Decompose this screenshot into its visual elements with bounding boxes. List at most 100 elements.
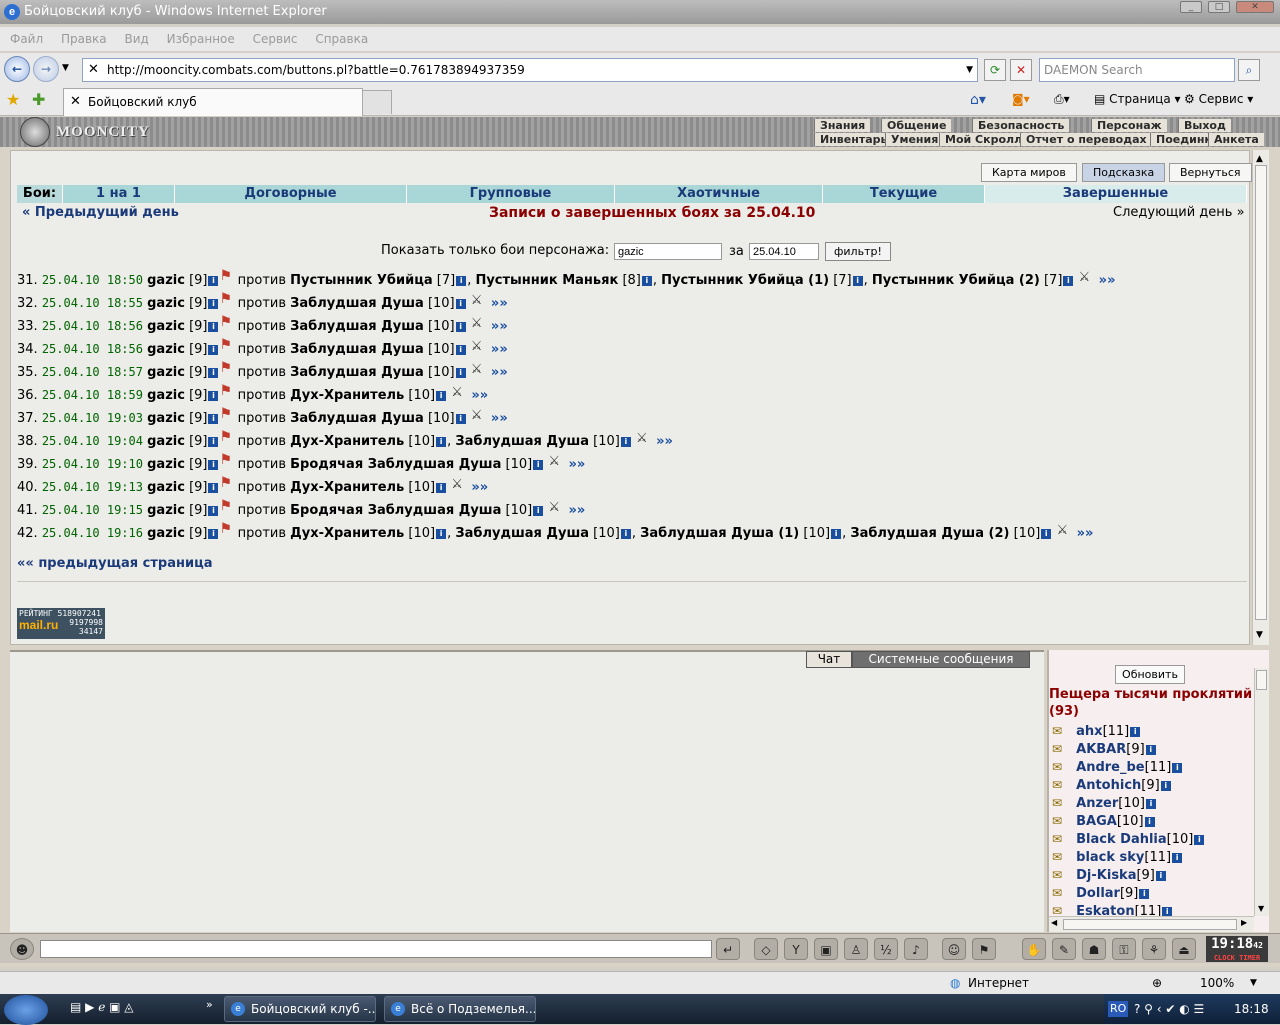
hand-icon[interactable]: ✋ bbox=[1022, 938, 1046, 960]
online-scrollbar[interactable]: ▼ bbox=[1254, 668, 1269, 916]
info-icon[interactable]: i bbox=[456, 276, 467, 286]
user-name[interactable]: Anzer bbox=[1076, 796, 1118, 811]
tab-finished[interactable]: Завершенные bbox=[985, 185, 1247, 203]
tab-current[interactable]: Текущие bbox=[823, 185, 985, 203]
mask-icon[interactable]: ☗ bbox=[1082, 938, 1106, 960]
minimize-button[interactable]: _ bbox=[1180, 1, 1202, 13]
return-button[interactable]: Вернуться bbox=[1169, 163, 1252, 182]
chat-tab[interactable]: Чат bbox=[806, 651, 852, 668]
stop-icon[interactable]: ✕ bbox=[1010, 59, 1032, 81]
walk-icon[interactable]: ♙ bbox=[844, 938, 868, 960]
rating-counter[interactable]: РЕЙТИНГ 518907241 mail.ru 9197998 34147 bbox=[17, 608, 105, 639]
battle-log-link[interactable]: »» bbox=[491, 411, 508, 426]
battle-log-link[interactable]: »» bbox=[471, 388, 488, 403]
quicklaunch-more-icon[interactable]: » bbox=[206, 998, 213, 1011]
favorites-star-icon[interactable]: ★ bbox=[6, 90, 20, 109]
info-icon[interactable]: i bbox=[1172, 853, 1183, 863]
chat-input[interactable] bbox=[40, 940, 712, 958]
info-icon[interactable]: i bbox=[455, 368, 466, 378]
player-name[interactable]: gazic bbox=[147, 319, 185, 334]
address-bar[interactable]: ✕ http://mooncity.combats.com/buttons.pl… bbox=[82, 58, 978, 82]
tab-1v1[interactable]: 1 на 1 bbox=[63, 185, 175, 203]
menu-view[interactable]: Вид bbox=[124, 32, 148, 46]
info-icon[interactable]: i bbox=[455, 345, 466, 355]
prev-page-link[interactable]: «« предыдущая страница bbox=[17, 556, 213, 571]
info-icon[interactable]: i bbox=[208, 529, 219, 539]
menu-knowledge[interactable]: Знания bbox=[814, 119, 871, 132]
user-name[interactable]: Andre_be bbox=[1076, 760, 1144, 775]
scroll-item-icon[interactable]: ✎ bbox=[1052, 938, 1076, 960]
battle-log-link[interactable]: »» bbox=[656, 434, 673, 449]
info-icon[interactable]: i bbox=[208, 299, 219, 309]
info-icon[interactable]: i bbox=[436, 529, 447, 539]
page-menu[interactable]: ▤ Страница ▾ bbox=[1094, 92, 1181, 106]
player-name[interactable]: gazic bbox=[147, 388, 185, 403]
online-hscrollbar[interactable]: ◀ ▶ bbox=[1049, 916, 1254, 932]
hscroll-left-icon[interactable]: ◀ bbox=[1051, 918, 1057, 927]
info-icon[interactable]: i bbox=[208, 414, 219, 424]
tab-group[interactable]: Групповые bbox=[407, 185, 615, 203]
private-message-icon[interactable]: ✉ bbox=[1052, 758, 1072, 776]
private-message-icon[interactable]: ✉ bbox=[1052, 776, 1072, 794]
prev-day-link[interactable]: « Предыдущий день bbox=[22, 205, 179, 220]
info-icon[interactable]: i bbox=[208, 391, 219, 401]
battle-log-link[interactable]: »» bbox=[471, 480, 488, 495]
info-icon[interactable]: i bbox=[208, 437, 219, 447]
player-name[interactable]: gazic bbox=[147, 296, 185, 311]
info-icon[interactable]: i bbox=[208, 276, 219, 286]
start-button[interactable] bbox=[4, 995, 48, 1025]
player-name[interactable]: gazic bbox=[147, 342, 185, 357]
info-icon[interactable]: i bbox=[1130, 727, 1141, 737]
filter-button[interactable]: фильтр! bbox=[825, 242, 891, 261]
refresh-button[interactable]: Обновить bbox=[1115, 665, 1185, 684]
gift-icon[interactable]: ⚘ bbox=[1142, 938, 1166, 960]
menu-skills[interactable]: Умения bbox=[885, 133, 944, 146]
back-button[interactable]: ← bbox=[4, 56, 30, 82]
player-name[interactable]: gazic bbox=[147, 480, 185, 495]
date-input[interactable] bbox=[749, 243, 819, 260]
battle-log-link[interactable]: »» bbox=[1099, 273, 1116, 288]
online-scroll-down-icon[interactable]: ▼ bbox=[1258, 904, 1264, 913]
new-tab-button[interactable] bbox=[362, 90, 392, 114]
user-name[interactable]: Black Dahlia bbox=[1076, 832, 1167, 847]
info-icon[interactable]: i bbox=[641, 276, 652, 286]
forward-button[interactable]: → bbox=[33, 56, 59, 82]
battle-log-link[interactable]: »» bbox=[491, 319, 508, 334]
smiley-icon[interactable]: ☺ bbox=[942, 938, 966, 960]
menu-tools[interactable]: Сервис bbox=[253, 32, 298, 46]
private-message-icon[interactable]: ✉ bbox=[1052, 848, 1072, 866]
private-message-icon[interactable]: ✉ bbox=[1052, 812, 1072, 830]
user-name[interactable]: black sky bbox=[1076, 850, 1144, 865]
info-icon[interactable]: i bbox=[1041, 529, 1052, 539]
info-icon[interactable]: i bbox=[455, 299, 466, 309]
menu-help[interactable]: Справка bbox=[315, 32, 368, 46]
tray-icons[interactable]: ? ⚲ ‹ ✔ ◐ ☰ bbox=[1134, 994, 1204, 1024]
clear-icon[interactable]: ◇ bbox=[754, 938, 778, 960]
user-name[interactable]: Dj-Kiska bbox=[1076, 868, 1136, 883]
menu-communication[interactable]: Общение bbox=[881, 119, 952, 132]
online-user[interactable]: ✉ Anzer[10] i bbox=[1052, 794, 1157, 812]
send-icon[interactable]: ↵ bbox=[716, 938, 740, 960]
translit-icon[interactable]: ½ bbox=[874, 938, 898, 960]
close-button[interactable]: ✕ bbox=[1236, 1, 1274, 13]
player-name[interactable]: gazic bbox=[147, 411, 185, 426]
chat-smile-icon[interactable]: ☻ bbox=[10, 938, 34, 960]
online-user[interactable]: ✉ black sky[11] i bbox=[1052, 848, 1183, 866]
address-dropdown-icon[interactable]: ▼ bbox=[966, 59, 973, 81]
private-message-icon[interactable]: ✉ bbox=[1052, 866, 1072, 884]
info-icon[interactable]: i bbox=[208, 460, 219, 470]
info-icon[interactable]: i bbox=[1145, 745, 1156, 755]
battle-log-link[interactable]: »» bbox=[568, 503, 585, 518]
add-favorites-icon[interactable]: ✚ bbox=[32, 90, 45, 109]
browser-tab-active[interactable]: ✕ Бойцовский клуб bbox=[63, 88, 363, 116]
private-message-icon[interactable]: ✉ bbox=[1052, 884, 1072, 902]
user-name[interactable]: BAGA bbox=[1076, 814, 1117, 829]
menu-edit[interactable]: Правка bbox=[61, 32, 107, 46]
online-user[interactable]: ✉ Black Dahlia[10] i bbox=[1052, 830, 1205, 848]
exit-icon[interactable]: ⏏ bbox=[1172, 938, 1196, 960]
world-map-button[interactable]: Карта миров bbox=[981, 163, 1077, 182]
info-icon[interactable]: i bbox=[1144, 817, 1155, 827]
zoom-dropdown-icon[interactable]: ▼ bbox=[1250, 972, 1257, 994]
battle-log-link[interactable]: »» bbox=[491, 365, 508, 380]
menu-scroll[interactable]: Мой Скролл bbox=[939, 133, 1028, 146]
